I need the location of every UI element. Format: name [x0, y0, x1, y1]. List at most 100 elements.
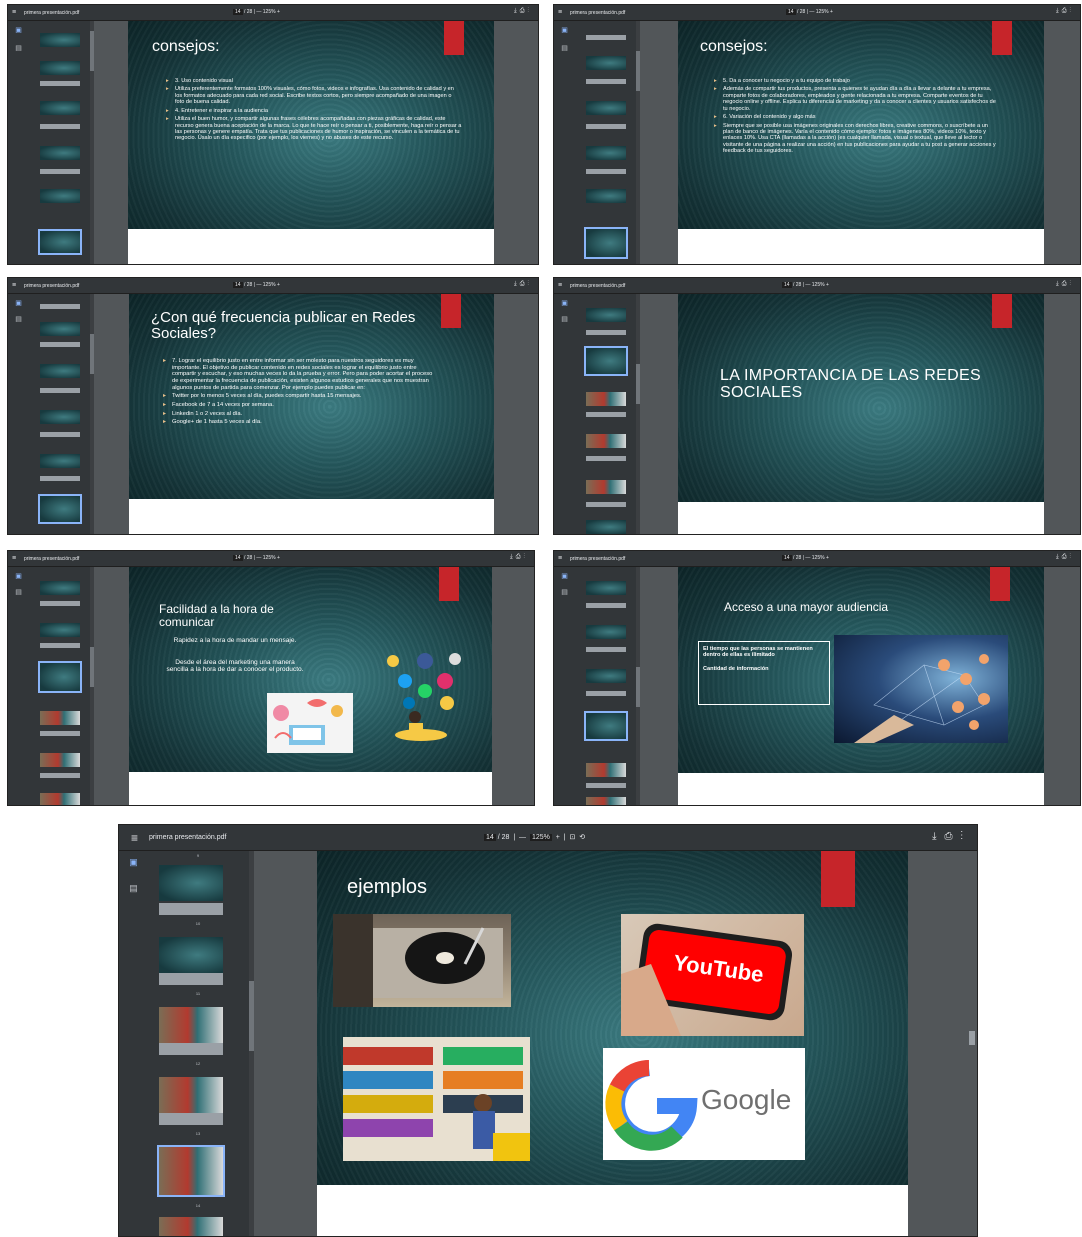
page-thumbnail[interactable] [40, 773, 80, 778]
page-thumbnail[interactable] [40, 476, 80, 481]
page-thumbnail[interactable] [586, 691, 626, 696]
page-thumbnail-selected[interactable] [584, 711, 628, 741]
page-thumbnail[interactable] [40, 643, 80, 648]
page-thumbnail[interactable] [40, 388, 80, 393]
page-thumbnail[interactable] [159, 1077, 223, 1113]
page-thumbnail[interactable] [40, 731, 80, 736]
outline-icon[interactable]: ▤ [561, 316, 568, 323]
thumbnails-icon[interactable]: ▣ [561, 300, 568, 307]
page-thumbnail[interactable] [586, 763, 626, 777]
page-thumbnail[interactable] [586, 392, 626, 406]
page-thumbnail[interactable] [40, 623, 80, 637]
page-thumbnail[interactable] [40, 61, 80, 75]
page-thumbnail[interactable] [586, 56, 626, 70]
page-thumbnail[interactable] [40, 581, 80, 595]
page-thumbnail[interactable] [159, 1007, 223, 1043]
thumbnails-icon[interactable]: ▣ [561, 573, 568, 580]
page-thumbnail[interactable] [40, 711, 80, 725]
page-indicator[interactable]: 14 / 28 | — 125% + [782, 282, 829, 288]
download-print-more-icons[interactable]: ⤓⎙⋮ [1056, 281, 1074, 288]
page-thumbnail[interactable] [586, 434, 626, 448]
page-thumbnail[interactable] [40, 342, 80, 347]
page-thumbnail[interactable] [586, 124, 626, 129]
outline-icon[interactable]: ▤ [15, 316, 22, 323]
page-indicator[interactable]: 14 / 28 | — 125% + | ⊡ ⟲ [484, 833, 585, 841]
menu-icon[interactable]: ≡ [558, 282, 565, 289]
page-thumbnail[interactable] [40, 454, 80, 468]
page-thumbnail[interactable] [159, 1043, 223, 1055]
menu-icon[interactable]: ≡ [12, 282, 19, 289]
page-indicator[interactable]: 14 / 28 | — 125% + [233, 9, 280, 15]
outline-icon[interactable]: ▤ [561, 589, 568, 596]
page-thumbnail[interactable] [586, 581, 626, 595]
download-print-more-icons[interactable]: ⤓⎙⋮ [510, 554, 528, 561]
page-indicator[interactable]: 14 / 28 | — 125% + [786, 9, 833, 15]
page-thumbnail[interactable] [586, 603, 626, 608]
page-thumbnail[interactable] [586, 35, 626, 40]
page-thumbnail[interactable] [40, 304, 80, 309]
thumbnails-icon[interactable]: ▣ [15, 573, 22, 580]
page-thumbnail[interactable] [586, 783, 626, 788]
page-thumbnail-selected[interactable] [38, 229, 82, 255]
page-thumbnail[interactable] [40, 101, 80, 115]
outline-icon[interactable]: ▤ [129, 884, 138, 894]
menu-icon[interactable]: ≡ [558, 555, 565, 562]
page-thumbnail[interactable] [40, 322, 80, 336]
page-indicator[interactable]: 14 / 28 | — 125% + [233, 555, 280, 561]
page-indicator[interactable]: 14 / 28 | — 125% + [782, 555, 829, 561]
page-thumbnail[interactable] [586, 625, 626, 639]
download-print-more-icons[interactable]: ⤓⎙⋮ [932, 831, 971, 842]
page-thumbnail-selected[interactable] [38, 494, 82, 524]
page-thumbnail[interactable] [40, 124, 80, 129]
page-thumbnail[interactable] [40, 432, 80, 437]
page-thumbnail-selected[interactable] [38, 661, 82, 693]
page-thumbnail-selected[interactable] [157, 1145, 225, 1197]
thumbnails-icon[interactable]: ▣ [15, 300, 22, 307]
download-print-more-icons[interactable]: ⤓⎙⋮ [514, 8, 532, 15]
page-thumbnail[interactable] [586, 330, 626, 335]
page-thumbnail-selected[interactable] [584, 227, 628, 259]
page-thumbnail-selected[interactable] [584, 346, 628, 376]
outline-icon[interactable]: ▤ [561, 45, 568, 52]
page-thumbnail[interactable] [40, 601, 80, 606]
download-print-more-icons[interactable]: ⤓⎙⋮ [1056, 8, 1074, 15]
page-thumbnail[interactable] [159, 937, 223, 973]
page-thumbnail[interactable] [586, 169, 626, 174]
page-thumbnail[interactable] [40, 189, 80, 203]
page-thumbnail[interactable] [40, 169, 80, 174]
download-print-more-icons[interactable]: ⤓⎙⋮ [514, 281, 532, 288]
page-thumbnail[interactable] [40, 364, 80, 378]
page-indicator[interactable]: 14 / 28 | — 125% + [233, 282, 280, 288]
page-thumbnail[interactable] [586, 647, 626, 652]
page-thumbnail[interactable] [586, 520, 626, 534]
page-thumbnail[interactable] [586, 502, 626, 507]
thumbnails-icon[interactable]: ▣ [561, 27, 568, 34]
document-scrollbar[interactable] [969, 1031, 975, 1045]
page-thumbnail[interactable] [159, 865, 223, 901]
page-thumbnail[interactable] [586, 189, 626, 203]
page-thumbnail[interactable] [586, 412, 626, 417]
menu-icon[interactable]: ≡ [12, 9, 19, 16]
download-print-more-icons[interactable]: ⤓⎙⋮ [1056, 554, 1074, 561]
page-thumbnail[interactable] [586, 79, 626, 84]
page-thumbnail[interactable] [40, 793, 80, 805]
page-thumbnail[interactable] [586, 308, 626, 322]
page-thumbnail[interactable] [40, 81, 80, 86]
page-thumbnail[interactable] [159, 1113, 223, 1125]
thumbnails-icon[interactable]: ▣ [15, 27, 22, 34]
page-thumbnail[interactable] [159, 1217, 223, 1236]
page-thumbnail[interactable] [40, 146, 80, 160]
page-thumbnail[interactable] [159, 903, 223, 915]
thumbnails-icon[interactable]: ▣ [129, 858, 138, 868]
page-thumbnail[interactable] [40, 753, 80, 767]
menu-icon[interactable]: ≡ [558, 9, 565, 16]
outline-icon[interactable]: ▤ [15, 589, 22, 596]
menu-icon[interactable]: ≡ [131, 832, 143, 844]
outline-icon[interactable]: ▤ [15, 45, 22, 52]
page-thumbnail[interactable] [159, 973, 223, 985]
page-thumbnail[interactable] [40, 33, 80, 47]
menu-icon[interactable]: ≡ [12, 555, 19, 562]
page-thumbnail[interactable] [40, 410, 80, 424]
page-thumbnail[interactable] [586, 480, 626, 494]
page-thumbnail[interactable] [586, 101, 626, 115]
